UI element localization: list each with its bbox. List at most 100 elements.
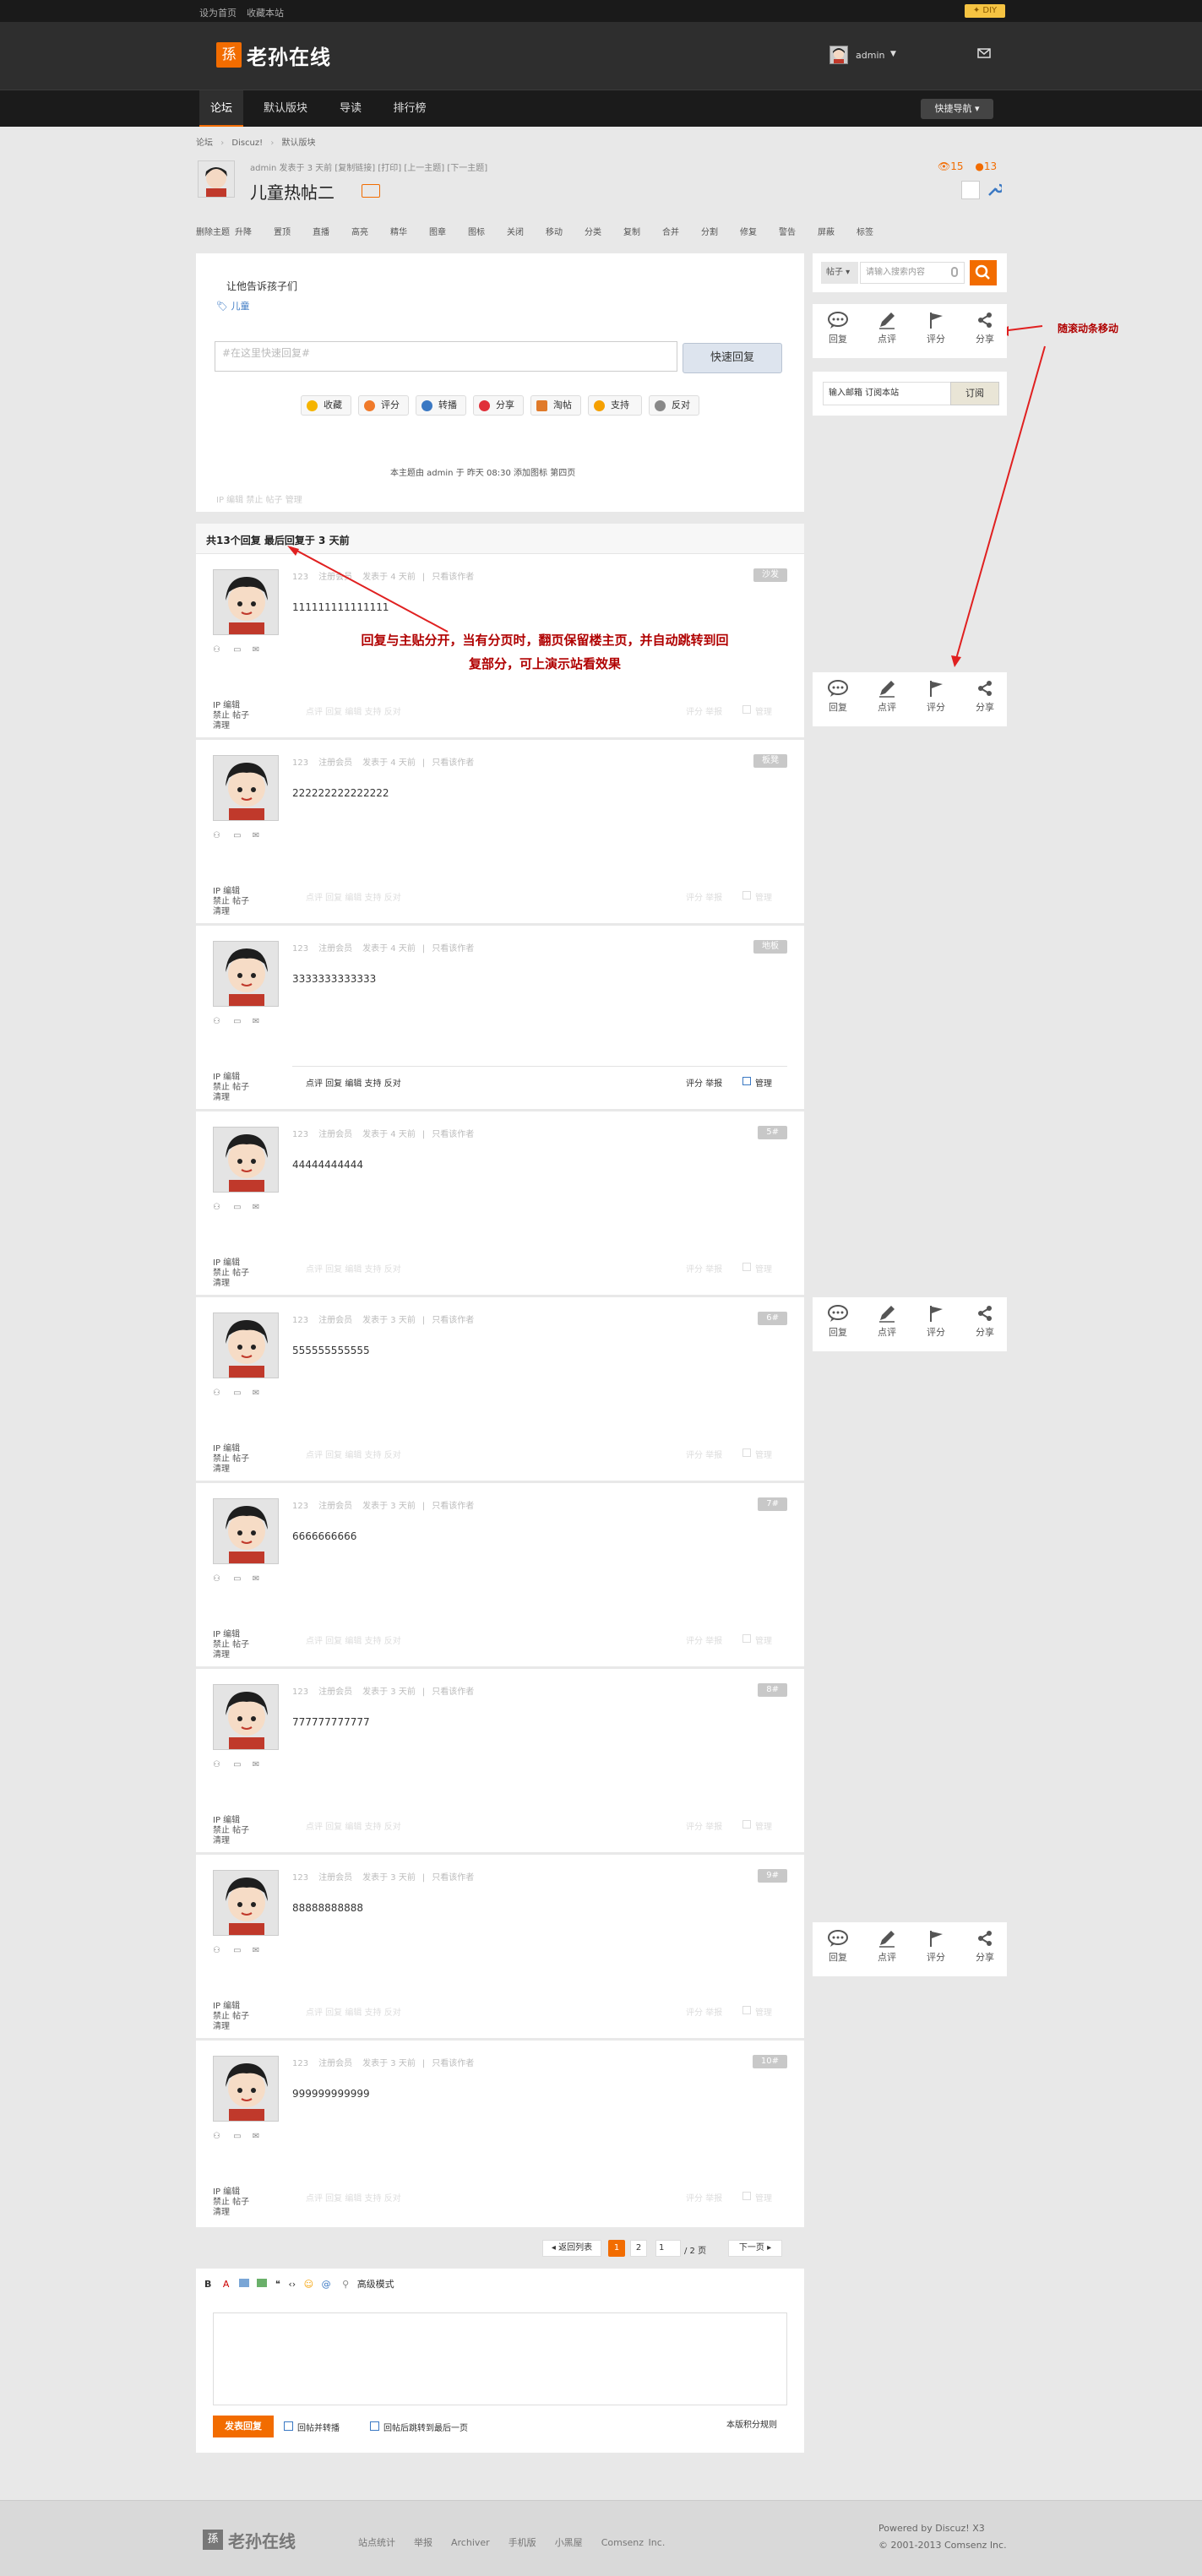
message-icon[interactable]: ▭: [233, 1203, 241, 1212]
action-share-button[interactable]: 分享: [961, 1929, 1009, 1964]
post-floor-badge[interactable]: 10#: [752, 2055, 787, 2068]
user-icon[interactable]: ⚇: [213, 1946, 220, 1955]
nav-item-ranking[interactable]: 排行榜: [383, 90, 436, 127]
site-logo-badge[interactable]: 孫: [216, 42, 242, 68]
credit-rules-link[interactable]: 本版积分规则: [726, 2417, 777, 2430]
post-rate-report-links[interactable]: 评分 举报: [686, 1262, 722, 1274]
admin-tool-item[interactable]: 移动: [546, 225, 563, 237]
post-admin-link[interactable]: 清理: [213, 2022, 249, 2032]
mail-icon[interactable]: ✉: [253, 1574, 259, 1584]
post-floor-badge[interactable]: 地板: [753, 940, 787, 954]
post-admin-link[interactable]: 禁止 帖子: [213, 2198, 249, 2208]
admin-tool-item[interactable]: 屏蔽: [818, 225, 835, 237]
repost-checkbox[interactable]: [284, 2421, 293, 2431]
post-admin-link[interactable]: IP 编辑: [213, 1258, 249, 1269]
post-author-avatar[interactable]: [213, 1312, 279, 1378]
admin-tool-item[interactable]: 分割: [701, 225, 718, 237]
post-author-avatar[interactable]: [213, 1870, 279, 1936]
breadcrumb-item[interactable]: 论坛: [196, 139, 213, 148]
page-jump-input[interactable]: 1: [655, 2240, 681, 2257]
admin-tool-item[interactable]: 删除主题: [196, 225, 230, 237]
post-admin-link[interactable]: 禁止 帖子: [213, 711, 249, 721]
reply-textarea[interactable]: [213, 2312, 787, 2405]
subscribe-email-input[interactable]: 输入邮箱 订阅本站: [823, 382, 951, 405]
page-1-button[interactable]: 1: [608, 2240, 625, 2257]
post-floor-badge[interactable]: 7#: [758, 1497, 787, 1511]
post-action-links[interactable]: 点评 回复 编辑 支持 反对: [306, 1076, 401, 1089]
post-admin-link[interactable]: 清理: [213, 1093, 249, 1103]
post-manage-checkbox[interactable]: [742, 1820, 751, 1829]
image-icon[interactable]: [238, 2279, 249, 2287]
wrench-icon[interactable]: [987, 182, 1002, 198]
post-author-name[interactable]: 123: [292, 2059, 308, 2068]
post-admin-link[interactable]: 清理: [213, 1465, 249, 1475]
print-icon[interactable]: [961, 181, 980, 199]
mail-icon[interactable]: ✉: [253, 831, 259, 840]
user-avatar[interactable]: [829, 46, 848, 64]
quick-reply-input[interactable]: #在这里快速回复#: [215, 341, 677, 372]
post-author-name[interactable]: 123: [292, 758, 308, 768]
post-admin-link[interactable]: 禁止 帖子: [213, 2012, 249, 2022]
action-share-button[interactable]: 分享: [961, 311, 1009, 345]
post-admin-link[interactable]: 禁止 帖子: [213, 1454, 249, 1465]
action-rate-button[interactable]: 评分: [912, 311, 960, 345]
admin-tool-item[interactable]: 警告: [779, 225, 796, 237]
only-author-link[interactable]: 只看该作者: [432, 2059, 474, 2068]
microphone-icon[interactable]: [951, 267, 958, 277]
post-admin-link[interactable]: 禁止 帖子: [213, 1640, 249, 1650]
post-admin-link[interactable]: IP 编辑: [213, 701, 249, 711]
search-button[interactable]: [970, 260, 997, 285]
first-post-tag[interactable]: 🏷 儿童: [216, 299, 249, 312]
share-button[interactable]: 分享: [473, 395, 524, 416]
only-author-link[interactable]: 只看该作者: [432, 1316, 474, 1325]
code-icon[interactable]: ‹›: [288, 2279, 296, 2290]
action-reply-button[interactable]: 回复: [814, 679, 862, 714]
admin-tool-item[interactable]: 分类: [585, 225, 601, 237]
admin-tool-item[interactable]: 精华: [390, 225, 407, 237]
post-admin-link[interactable]: IP 编辑: [213, 887, 249, 897]
post-admin-link[interactable]: IP 编辑: [213, 1816, 249, 1826]
footer-link[interactable]: 小黑屋: [555, 2537, 583, 2548]
username[interactable]: admin: [856, 50, 884, 61]
mail-icon[interactable]: ✉: [253, 2132, 259, 2141]
mail-icon[interactable]: ✉: [253, 645, 259, 655]
post-manage-checkbox[interactable]: [742, 891, 751, 899]
nav-item-guide[interactable]: 导读: [329, 90, 372, 127]
post-admin-link[interactable]: IP 编辑: [213, 1630, 249, 1640]
post-floor-badge[interactable]: 6#: [758, 1312, 787, 1325]
mail-icon[interactable]: ✉: [253, 1389, 259, 1398]
first-post-admin-links[interactable]: IP 编辑 禁止 帖子 管理: [216, 492, 302, 505]
user-menu-chevron-icon[interactable]: ▼: [890, 50, 896, 58]
quick-nav-button[interactable]: 快捷导航 ▾: [921, 99, 993, 119]
submit-reply-button[interactable]: 发表回复: [213, 2416, 274, 2437]
repost-button[interactable]: 转播: [416, 395, 466, 416]
message-icon[interactable]: ▭: [233, 831, 241, 840]
rate-button[interactable]: 评分: [358, 395, 409, 416]
action-comment-button[interactable]: 点评: [863, 679, 911, 714]
attachment-icon[interactable]: ⚲: [342, 2279, 349, 2290]
post-rate-report-links[interactable]: 评分 举报: [686, 2005, 722, 2018]
post-rate-report-links[interactable]: 评分 举报: [686, 1076, 722, 1089]
post-author-avatar[interactable]: [213, 1127, 279, 1193]
post-author-name[interactable]: 123: [292, 573, 308, 582]
bold-icon[interactable]: B: [204, 2279, 211, 2290]
user-icon[interactable]: ⚇: [213, 1574, 220, 1584]
jump-last-checkbox[interactable]: [370, 2421, 379, 2431]
user-icon[interactable]: ⚇: [213, 1760, 220, 1769]
only-author-link[interactable]: 只看该作者: [432, 758, 474, 768]
post-admin-link[interactable]: 禁止 帖子: [213, 1826, 249, 1836]
admin-tool-item[interactable]: 直播: [313, 225, 329, 237]
mail-icon[interactable]: ✉: [253, 1203, 259, 1212]
post-author-avatar[interactable]: [213, 1684, 279, 1750]
only-author-link[interactable]: 只看该作者: [432, 1873, 474, 1883]
post-rate-report-links[interactable]: 评分 举报: [686, 1448, 722, 1460]
only-author-link[interactable]: 只看该作者: [432, 1687, 474, 1697]
post-author-name[interactable]: 123: [292, 1502, 308, 1511]
footer-link[interactable]: Comsenz Inc.: [601, 2537, 666, 2548]
post-action-links[interactable]: 点评 回复 编辑 支持 反对: [306, 704, 401, 717]
mail-icon[interactable]: ✉: [253, 1017, 259, 1026]
post-manage-checkbox[interactable]: [742, 1634, 751, 1643]
post-manage-checkbox[interactable]: [742, 1448, 751, 1457]
post-author-name[interactable]: 123: [292, 1687, 308, 1697]
post-floor-badge[interactable]: 5#: [758, 1126, 787, 1139]
